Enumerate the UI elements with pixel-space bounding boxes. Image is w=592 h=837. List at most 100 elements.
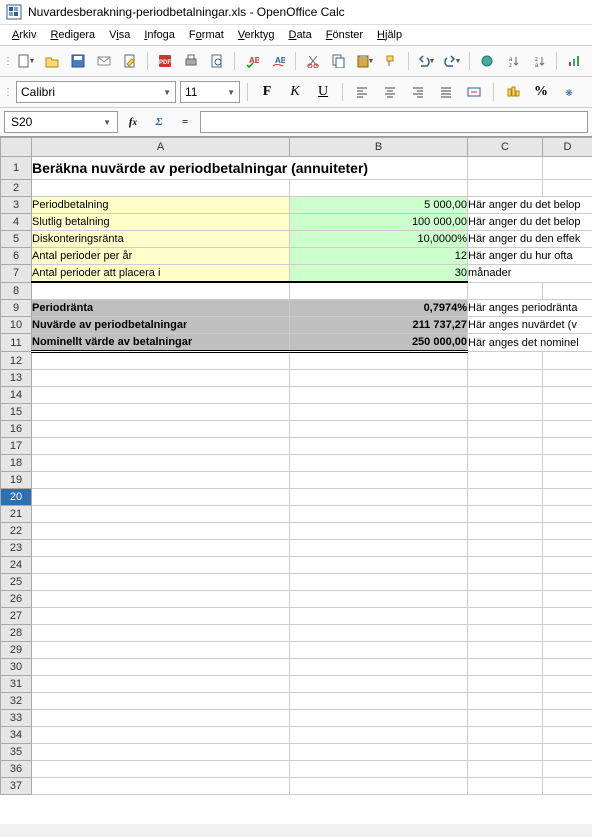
cell[interactable]: [32, 591, 290, 608]
cell[interactable]: [290, 778, 468, 795]
cell[interactable]: [32, 489, 290, 506]
cell[interactable]: [290, 387, 468, 404]
row-head[interactable]: 5: [1, 231, 32, 248]
cell[interactable]: [543, 523, 592, 540]
row-head[interactable]: 21: [1, 506, 32, 523]
cell[interactable]: [543, 352, 592, 370]
row-head[interactable]: 2: [1, 180, 32, 197]
paste-button[interactable]: ▼: [353, 49, 377, 73]
cell[interactable]: [32, 557, 290, 574]
row-head[interactable]: 15: [1, 404, 32, 421]
cell[interactable]: [468, 157, 543, 180]
row-head[interactable]: 1: [1, 157, 32, 180]
cell[interactable]: 5 000,00: [290, 197, 468, 214]
cell[interactable]: [468, 591, 543, 608]
cell[interactable]: [290, 180, 468, 197]
cell[interactable]: [543, 157, 592, 180]
row-head[interactable]: 9: [1, 300, 32, 317]
row-head[interactable]: 6: [1, 248, 32, 265]
cell[interactable]: [290, 557, 468, 574]
cell[interactable]: [543, 455, 592, 472]
menu-data[interactable]: Data: [282, 27, 317, 43]
cell[interactable]: [468, 557, 543, 574]
cell[interactable]: [543, 693, 592, 710]
cell[interactable]: [468, 642, 543, 659]
cell[interactable]: [32, 421, 290, 438]
cell[interactable]: [468, 693, 543, 710]
export-pdf-button[interactable]: PDF: [153, 49, 177, 73]
cell[interactable]: [290, 574, 468, 591]
cell[interactable]: [32, 370, 290, 387]
toolbar-grip-2[interactable]: ⋮: [4, 87, 12, 98]
cell[interactable]: 211 737,27: [290, 317, 468, 334]
row-head[interactable]: 33: [1, 710, 32, 727]
row-head[interactable]: 13: [1, 370, 32, 387]
cell[interactable]: [543, 404, 592, 421]
cell[interactable]: [32, 761, 290, 778]
cell[interactable]: [543, 591, 592, 608]
percent-button[interactable]: %: [529, 80, 553, 104]
cell[interactable]: [543, 489, 592, 506]
cell[interactable]: Antal perioder att placera i: [32, 265, 290, 283]
menu-verktyg[interactable]: Verktyg: [232, 27, 281, 43]
cell[interactable]: [468, 472, 543, 489]
cell[interactable]: [468, 540, 543, 557]
cell[interactable]: [468, 625, 543, 642]
hyperlink-button[interactable]: [475, 49, 499, 73]
cell[interactable]: Här anges periodränta: [468, 300, 592, 317]
cell[interactable]: [32, 710, 290, 727]
spreadsheet-area[interactable]: A B C D 1 Beräkna nuvärde av periodbetal…: [0, 137, 592, 824]
cell[interactable]: [32, 540, 290, 557]
cell[interactable]: [543, 778, 592, 795]
row-head[interactable]: 24: [1, 557, 32, 574]
toolbar-grip[interactable]: ⋮: [4, 56, 12, 67]
select-all-corner[interactable]: [1, 138, 32, 157]
cell[interactable]: [543, 608, 592, 625]
cell[interactable]: [468, 676, 543, 693]
cell[interactable]: [32, 438, 290, 455]
save-button[interactable]: [66, 49, 90, 73]
cell[interactable]: [468, 489, 543, 506]
cell[interactable]: [543, 506, 592, 523]
undo-button[interactable]: ▼: [414, 49, 438, 73]
col-head-C[interactable]: C: [468, 138, 543, 157]
cell[interactable]: [543, 540, 592, 557]
row-head[interactable]: 18: [1, 455, 32, 472]
redo-button[interactable]: ▼: [440, 49, 464, 73]
cell[interactable]: [543, 659, 592, 676]
cell[interactable]: [468, 761, 543, 778]
cell[interactable]: [290, 523, 468, 540]
copy-button[interactable]: [327, 49, 351, 73]
cell[interactable]: [468, 438, 543, 455]
menu-visa[interactable]: Visa: [103, 27, 136, 43]
cell[interactable]: [290, 404, 468, 421]
cell[interactable]: [290, 676, 468, 693]
align-justify-button[interactable]: [434, 80, 458, 104]
cell[interactable]: [290, 659, 468, 676]
row-head[interactable]: 25: [1, 574, 32, 591]
font-size-combo[interactable]: 11 ▼: [180, 81, 240, 103]
col-head-D[interactable]: D: [543, 138, 592, 157]
cut-button[interactable]: [301, 49, 325, 73]
bold-button[interactable]: F: [255, 80, 279, 104]
cell[interactable]: [543, 710, 592, 727]
cell[interactable]: [290, 370, 468, 387]
cell-reference-box[interactable]: S20 ▼: [4, 111, 118, 133]
cell[interactable]: [468, 727, 543, 744]
cell[interactable]: [468, 404, 543, 421]
cell[interactable]: 10,0000%: [290, 231, 468, 248]
row-head[interactable]: 3: [1, 197, 32, 214]
cell[interactable]: [468, 455, 543, 472]
cell[interactable]: Nominellt värde av betalningar: [32, 334, 290, 352]
cell[interactable]: [290, 710, 468, 727]
cell[interactable]: [32, 472, 290, 489]
cell[interactable]: [543, 180, 592, 197]
cell[interactable]: [468, 523, 543, 540]
row-head[interactable]: 30: [1, 659, 32, 676]
cell[interactable]: [290, 608, 468, 625]
cell[interactable]: [290, 455, 468, 472]
cell[interactable]: [32, 523, 290, 540]
cell[interactable]: 12: [290, 248, 468, 265]
cell[interactable]: [543, 421, 592, 438]
col-head-A[interactable]: A: [32, 138, 290, 157]
